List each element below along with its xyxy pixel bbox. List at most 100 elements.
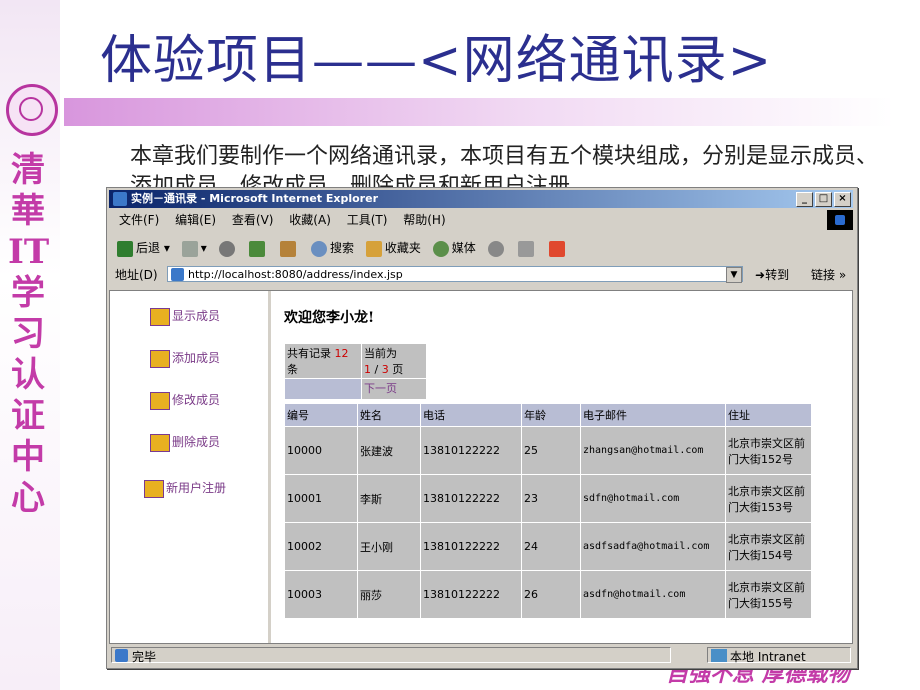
- menu-view[interactable]: 查看(V): [232, 213, 274, 227]
- cell-age: 24: [521, 522, 581, 571]
- cell-name: 张建波: [357, 426, 421, 475]
- nav-frame: 显示成员 添加成员 修改成员 删除成员 新用户注册: [110, 291, 271, 643]
- go-button[interactable]: ➜转到: [755, 264, 789, 286]
- register-user-icon: [144, 479, 164, 498]
- nav-show-members[interactable]: 显示成员: [150, 307, 220, 326]
- university-seal-logo: [6, 84, 58, 136]
- nav-delete-member[interactable]: 删除成员: [150, 433, 220, 452]
- print-button[interactable]: [518, 234, 537, 262]
- cell-age: 23: [521, 474, 581, 523]
- nav-label: 删除成员: [172, 435, 221, 449]
- links-label: 链接: [811, 268, 836, 282]
- address-dropdown-icon[interactable]: ▼: [726, 267, 742, 283]
- table-row: 10001 李斯 13810122222 23 sdfn@hotmail.com…: [284, 474, 812, 523]
- column-header: 姓名: [357, 403, 421, 427]
- menu-bar: 文件(F) 编辑(E) 查看(V) 收藏(A) 工具(T) 帮助(H): [109, 210, 853, 230]
- browser-titlebar: 实例－通讯录 - Microsoft Internet Explorer _ □ ×: [109, 190, 853, 208]
- refresh-icon: [249, 240, 266, 257]
- table-header-row: 编号 姓名 电话 年龄 电子邮件 住址: [284, 403, 812, 427]
- cell-name: 李斯: [357, 474, 421, 523]
- search-button[interactable]: 搜索: [311, 234, 354, 262]
- media-label: 媒体: [451, 241, 476, 255]
- vertical-brand-text: 清華IT学习认证中心: [8, 150, 50, 518]
- current-page: 1: [364, 363, 371, 376]
- links-button[interactable]: 链接 »: [811, 264, 846, 286]
- column-header: 年龄: [521, 403, 581, 427]
- print-icon: [518, 240, 535, 257]
- history-icon: [487, 240, 504, 257]
- menu-file[interactable]: 文件(F): [119, 213, 159, 227]
- menu-help[interactable]: 帮助(H): [403, 213, 445, 227]
- forward-arrow-icon: [181, 240, 198, 257]
- back-button[interactable]: 后退 ▾: [117, 234, 170, 262]
- cell-id: 10000: [284, 426, 358, 475]
- cell-id: 10003: [284, 570, 358, 619]
- home-icon: [280, 240, 297, 257]
- page-indicator-cell: 当前为 1 / 3 页: [361, 343, 427, 379]
- nav-add-member[interactable]: 添加成员: [150, 349, 220, 368]
- menu-favorites[interactable]: 收藏(A): [289, 213, 331, 227]
- back-label: 后退: [136, 241, 161, 255]
- menu-tools[interactable]: 工具(T): [347, 213, 388, 227]
- status-left: 完毕: [111, 647, 671, 664]
- status-bar: 完毕 本地 Intranet: [109, 646, 853, 664]
- edit-icon: [549, 240, 566, 257]
- member-list-icon: [150, 307, 170, 326]
- intranet-icon: [711, 649, 727, 662]
- close-button[interactable]: ×: [834, 192, 851, 207]
- cell-address: 北京市崇文区前门大街152号: [725, 426, 812, 475]
- history-button[interactable]: [487, 234, 507, 262]
- toolbar: 后退 ▾ ▾ 搜索 收藏夹 媒体: [109, 234, 853, 262]
- cell-id: 10001: [284, 474, 358, 523]
- edit-button[interactable]: [549, 234, 568, 262]
- status-page-icon: [115, 649, 128, 662]
- column-header: 电子邮件: [580, 403, 726, 427]
- record-count-suffix: 条: [287, 363, 298, 376]
- cell-address: 北京市崇文区前门大街153号: [725, 474, 812, 523]
- maximize-button[interactable]: □: [815, 192, 832, 207]
- edit-member-icon: [150, 391, 170, 410]
- favorites-icon: [365, 240, 382, 257]
- refresh-button[interactable]: [249, 234, 268, 262]
- cell-email: sdfn@hotmail.com: [580, 474, 726, 523]
- next-page-link[interactable]: 下一页: [364, 382, 397, 395]
- table-row: 10003 丽莎 13810122222 26 asdfn@hotmail.co…: [284, 570, 812, 619]
- next-page-cell: 下一页: [361, 378, 427, 400]
- cell-name: 王小刚: [357, 522, 421, 571]
- welcome-message: 欢迎您李小龙!: [284, 310, 375, 326]
- media-button[interactable]: 媒体: [432, 234, 476, 262]
- stop-button[interactable]: [218, 234, 238, 262]
- cell-age: 25: [521, 426, 581, 475]
- cell-address: 北京市崇文区前门大街154号: [725, 522, 812, 571]
- cell-phone: 13810122222: [420, 570, 522, 619]
- page-content: 显示成员 添加成员 修改成员 删除成员 新用户注册 欢迎您李小龙! 共有记录 1…: [109, 290, 853, 644]
- page-icon: [171, 268, 184, 281]
- column-header: 电话: [420, 403, 522, 427]
- cell-address: 北京市崇文区前门大街155号: [725, 570, 812, 619]
- address-input[interactable]: http://localhost:8080/address/index.jsp: [167, 266, 743, 282]
- nav-edit-member[interactable]: 修改成员: [150, 391, 220, 410]
- table-row: 10000 张建波 13810122222 25 zhangsan@hotmai…: [284, 426, 812, 475]
- favorites-button[interactable]: 收藏夹: [365, 234, 421, 262]
- browser-window: 实例－通讯录 - Microsoft Internet Explorer _ □ ×…: [106, 187, 858, 669]
- go-label: 转到: [765, 268, 790, 282]
- add-member-icon: [150, 349, 170, 368]
- minimize-button[interactable]: _: [796, 192, 813, 207]
- search-icon: [311, 240, 328, 257]
- media-icon: [432, 240, 449, 257]
- back-arrow-icon: [117, 240, 133, 257]
- menu-edit[interactable]: 编辑(E): [175, 213, 216, 227]
- cell-email: zhangsan@hotmail.com: [580, 426, 726, 475]
- cell-age: 26: [521, 570, 581, 619]
- address-label: 地址(D): [115, 268, 158, 282]
- home-button[interactable]: [280, 234, 299, 262]
- cell-phone: 13810122222: [420, 426, 522, 475]
- total-pages: 3: [381, 363, 389, 376]
- status-text: 完毕: [132, 650, 157, 664]
- nav-label: 修改成员: [172, 393, 221, 407]
- status-zone: 本地 Intranet: [707, 647, 851, 664]
- ie-page-icon: [113, 192, 127, 206]
- nav-register-user[interactable]: 新用户注册: [144, 479, 226, 498]
- cell-email: asdfsadfa@hotmail.com: [580, 522, 726, 571]
- forward-button[interactable]: ▾: [181, 234, 207, 262]
